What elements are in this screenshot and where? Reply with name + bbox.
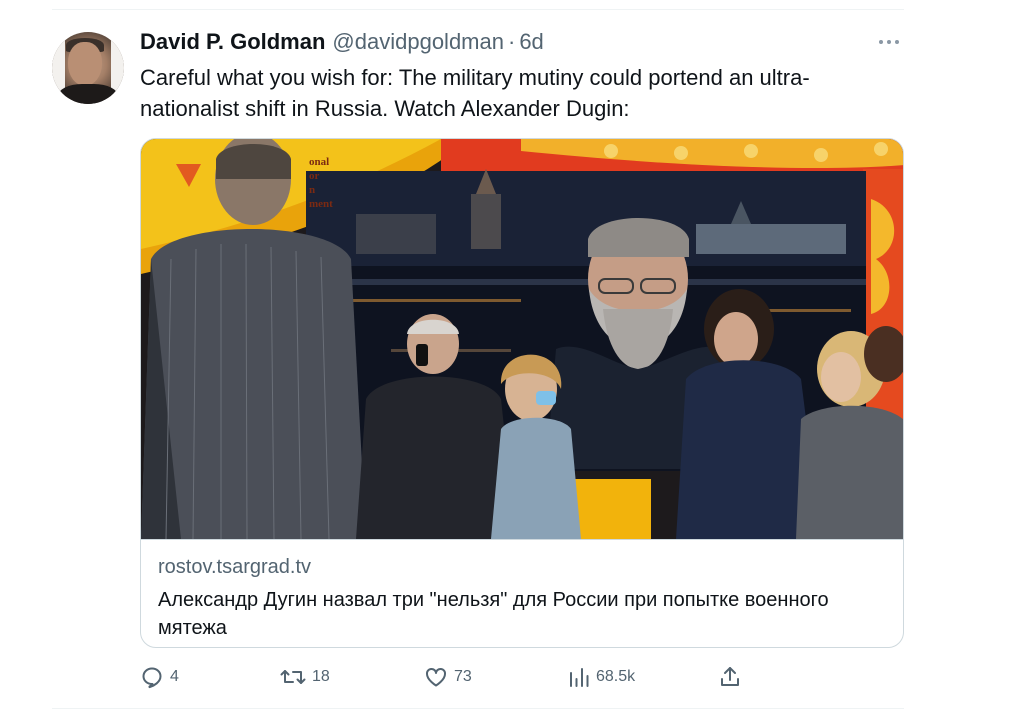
more-icon[interactable]: [879, 36, 903, 48]
display-name[interactable]: David P. Goldman: [140, 29, 325, 55]
card-domain: rostov.tsargrad.tv: [158, 556, 312, 578]
timestamp[interactable]: 6d: [519, 29, 543, 55]
card-footer[interactable]: rostov.tsargrad.tv Александр Дугин назва…: [141, 539, 903, 647]
banner-text-4: ment: [309, 198, 333, 210]
banner-text-1: onal: [309, 156, 329, 168]
views-count: 68.5k: [596, 668, 636, 685]
card-image[interactable]: onal or n ment: [141, 139, 903, 539]
retweet-button[interactable]: 18: [280, 662, 330, 692]
user-handle[interactable]: @davidpgoldman: [332, 29, 504, 55]
link-card[interactable]: onal or n ment rostov.tsargrad.tv Алекса…: [140, 138, 904, 648]
tweet-actions: 4 18 73 68.5k: [140, 662, 740, 692]
views-icon: [570, 668, 589, 687]
separator-dot: ·: [507, 29, 516, 54]
like-icon: [426, 667, 446, 687]
retweet-icon: [280, 670, 306, 684]
banner-text-3: n: [309, 184, 315, 196]
top-divider: [52, 9, 904, 10]
retweet-count: 18: [312, 668, 330, 685]
share-icon: [721, 667, 739, 686]
bottom-divider: [52, 708, 904, 709]
tweet-text: Careful what you wish for: The military …: [140, 65, 810, 121]
like-button[interactable]: 73: [424, 662, 472, 692]
tweet-header: David P. Goldman @davidpgoldman · 6d: [140, 28, 544, 56]
avatar[interactable]: [52, 32, 124, 104]
banner-text-2: or: [309, 170, 320, 182]
share-button[interactable]: [718, 662, 742, 692]
reply-count: 4: [170, 668, 179, 685]
card-title: Александр Дугин назвал три "нельзя" для …: [158, 589, 829, 639]
views-button[interactable]: 68.5k: [568, 662, 635, 692]
reply-button[interactable]: 4: [140, 662, 179, 692]
reply-icon: [142, 667, 162, 689]
like-count: 73: [454, 668, 472, 685]
